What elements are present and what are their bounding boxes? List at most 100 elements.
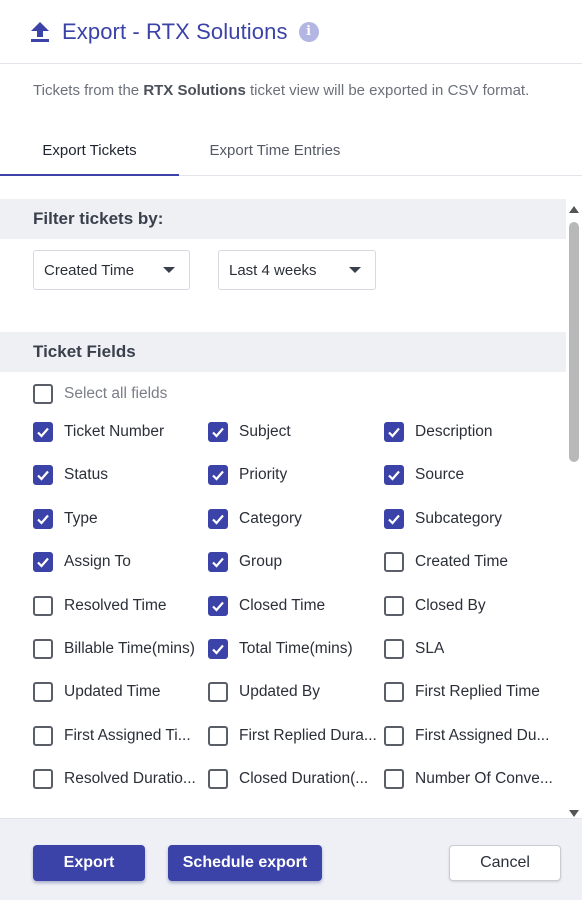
schedule-export-button[interactable]: Schedule export: [168, 845, 322, 881]
dialog-footer: Export Schedule export Cancel: [0, 818, 582, 900]
checkbox-checked-icon[interactable]: [33, 465, 53, 485]
cancel-button[interactable]: Cancel: [449, 845, 561, 881]
field-label: Resolved Time: [64, 597, 167, 614]
select-all-fields-checkbox[interactable]: Select all fields: [33, 382, 167, 406]
checkbox-unchecked-icon[interactable]: [33, 726, 53, 746]
field-checkbox-closed-by[interactable]: Closed By: [384, 594, 486, 618]
checkbox-checked-icon[interactable]: [384, 422, 404, 442]
info-icon[interactable]: i: [298, 21, 319, 42]
field-checkbox-number-of-conve[interactable]: Number Of Conve...: [384, 767, 553, 791]
checkbox-unchecked-icon[interactable]: [33, 682, 53, 702]
filter-field-value: Created Time: [44, 261, 135, 279]
checkbox-checked-icon[interactable]: [33, 552, 53, 572]
checkbox-unchecked-icon[interactable]: [384, 726, 404, 746]
field-label: Type: [64, 510, 98, 527]
checkbox-checked-icon[interactable]: [33, 422, 53, 442]
field-checkbox-first-replied-time[interactable]: First Replied Time: [384, 680, 540, 704]
field-label: Subject: [239, 423, 291, 440]
field-label: Resolved Duratio...: [64, 770, 196, 787]
field-label: Closed By: [415, 597, 486, 614]
field-label: First Assigned Du...: [415, 727, 550, 744]
field-label: Category: [239, 510, 302, 527]
checkbox-unchecked-icon[interactable]: [208, 769, 228, 789]
description-suffix: ticket view will be exported in CSV form…: [245, 82, 530, 99]
field-checkbox-updated-time[interactable]: Updated Time: [33, 680, 161, 704]
field-label: Ticket Number: [64, 423, 165, 440]
field-checkbox-first-assigned-ti[interactable]: First Assigned Ti...: [33, 724, 191, 748]
filter-controls: Created Time Last 4 weeks: [33, 250, 376, 290]
export-description: Tickets from the RTX Solutions ticket vi…: [33, 82, 529, 99]
dialog-title: Export - RTX Solutions: [62, 18, 288, 44]
field-label: Description: [415, 423, 493, 440]
field-label: Billable Time(mins): [64, 640, 195, 657]
checkbox-checked-icon[interactable]: [208, 596, 228, 616]
field-checkbox-description[interactable]: Description: [384, 420, 493, 444]
field-checkbox-ticket-number[interactable]: Ticket Number: [33, 420, 164, 444]
field-checkbox-first-replied-dura[interactable]: First Replied Dura...: [208, 724, 377, 748]
field-checkbox-sla[interactable]: SLA: [384, 637, 444, 661]
checkbox-checked-icon[interactable]: [384, 509, 404, 529]
checkbox-unchecked-icon[interactable]: [384, 639, 404, 659]
checkbox-checked-icon[interactable]: [208, 552, 228, 572]
field-checkbox-resolved-duratio[interactable]: Resolved Duratio...: [33, 767, 196, 791]
field-checkbox-created-time[interactable]: Created Time: [384, 550, 508, 574]
field-checkbox-type[interactable]: Type: [33, 507, 98, 531]
checkbox-unchecked-icon[interactable]: [384, 682, 404, 702]
checkbox-unchecked-icon[interactable]: [33, 639, 53, 659]
description-prefix: Tickets from the: [33, 82, 144, 99]
field-checkbox-subject[interactable]: Subject: [208, 420, 291, 444]
scroll-down-icon[interactable]: [569, 810, 579, 817]
filter-field-select[interactable]: Created Time: [33, 250, 190, 290]
field-checkbox-updated-by[interactable]: Updated By: [208, 680, 320, 704]
checkbox-checked-icon[interactable]: [208, 639, 228, 659]
field-checkbox-closed-duration[interactable]: Closed Duration(...: [208, 767, 368, 791]
field-label: Group: [239, 553, 283, 570]
ticket-fields-heading: Ticket Fields: [0, 332, 566, 372]
checkbox-unchecked-icon[interactable]: [33, 384, 53, 404]
ticket-fields-section: Ticket Fields Select all fields Ticket Nu…: [0, 332, 566, 789]
field-checkbox-status[interactable]: Status: [33, 463, 108, 487]
field-label: Created Time: [415, 553, 509, 570]
tab-export-time-entries[interactable]: Export Time Entries: [179, 126, 371, 175]
field-label: Assign To: [64, 553, 131, 570]
field-checkbox-source[interactable]: Source: [384, 463, 464, 487]
chevron-down-icon: [163, 267, 175, 273]
dialog-header: Export - RTX Solutions i: [0, 0, 582, 64]
checkbox-unchecked-icon[interactable]: [33, 596, 53, 616]
checkbox-checked-icon[interactable]: [208, 465, 228, 485]
field-checkbox-priority[interactable]: Priority: [208, 463, 287, 487]
checkbox-checked-icon[interactable]: [208, 422, 228, 442]
checkbox-checked-icon[interactable]: [384, 465, 404, 485]
checkbox-checked-icon[interactable]: [33, 509, 53, 529]
field-label: First Replied Time: [415, 683, 540, 700]
description-view-name: RTX Solutions: [143, 82, 246, 99]
checkbox-unchecked-icon[interactable]: [208, 682, 228, 702]
field-label: Subcategory: [415, 510, 503, 527]
field-checkbox-group[interactable]: Group: [208, 550, 282, 574]
filter-range-select[interactable]: Last 4 weeks: [218, 250, 376, 290]
field-checkbox-billable-time-mins[interactable]: Billable Time(mins): [33, 637, 195, 661]
export-button[interactable]: Export: [33, 845, 145, 881]
checkbox-unchecked-icon[interactable]: [384, 552, 404, 572]
scrollbar-thumb[interactable]: [569, 222, 579, 462]
field-checkbox-closed-time[interactable]: Closed Time: [208, 594, 325, 618]
field-checkbox-total-time-mins[interactable]: Total Time(mins): [208, 637, 353, 661]
scroll-up-icon[interactable]: [569, 206, 579, 213]
field-label: Status: [64, 466, 108, 483]
field-checkbox-resolved-time[interactable]: Resolved Time: [33, 594, 167, 618]
checkbox-unchecked-icon[interactable]: [208, 726, 228, 746]
filter-heading: Filter tickets by:: [0, 199, 566, 239]
upload-icon: [30, 20, 52, 44]
tab-export-tickets[interactable]: Export Tickets: [0, 126, 179, 176]
checkbox-unchecked-icon[interactable]: [384, 596, 404, 616]
field-checkbox-subcategory[interactable]: Subcategory: [384, 507, 502, 531]
field-checkbox-category[interactable]: Category: [208, 507, 302, 531]
field-label: SLA: [415, 640, 445, 657]
field-label: Priority: [239, 466, 288, 483]
scrollbar[interactable]: [566, 199, 582, 819]
field-checkbox-assign-to[interactable]: Assign To: [33, 550, 131, 574]
field-checkbox-first-assigned-du[interactable]: First Assigned Du...: [384, 724, 549, 748]
checkbox-checked-icon[interactable]: [208, 509, 228, 529]
checkbox-unchecked-icon[interactable]: [33, 769, 53, 789]
checkbox-unchecked-icon[interactable]: [384, 769, 404, 789]
